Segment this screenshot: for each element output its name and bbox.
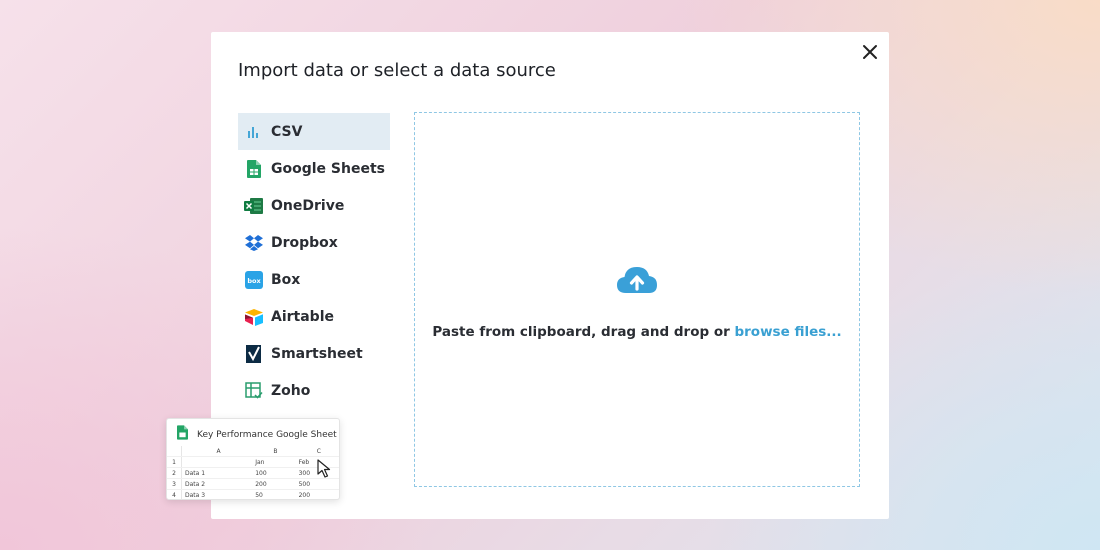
source-item-box[interactable]: box Box	[238, 261, 390, 298]
source-label: CSV	[271, 123, 303, 140]
sheet-row: 4 Data 3 50 200	[167, 489, 339, 499]
google-sheets-icon	[244, 159, 264, 179]
sheet-row: 2 Data 1 100 300	[167, 467, 339, 479]
source-list: CSV Google Sheets OneDrive Dropbox box B…	[238, 113, 390, 409]
sheet-cell	[181, 456, 253, 468]
close-icon[interactable]	[860, 42, 880, 62]
smartsheet-icon	[244, 344, 264, 364]
source-label: Smartsheet	[271, 345, 363, 362]
sheet-column-header: A	[181, 446, 253, 457]
source-item-google-sheets[interactable]: Google Sheets	[238, 150, 390, 187]
sheet-row-number: 3	[167, 478, 182, 490]
source-item-csv[interactable]: CSV	[238, 113, 390, 150]
modal-title: Import data or select a data source	[238, 60, 556, 81]
browse-files-link[interactable]: browse files...	[734, 324, 841, 340]
box-icon: box	[244, 270, 264, 290]
dropzone-instructions: Paste from clipboard, drag and drop or b…	[415, 324, 859, 340]
sheet-row: 1 Jan Feb	[167, 456, 339, 468]
sheet-cell: 200	[295, 489, 339, 499]
sheet-row-number: 1	[167, 456, 182, 468]
source-label: Box	[271, 271, 301, 288]
airtable-icon	[244, 307, 264, 327]
source-label: OneDrive	[271, 197, 345, 214]
sheet-cell: 100	[252, 467, 296, 479]
file-dropzone[interactable]: Paste from clipboard, drag and drop or b…	[414, 112, 860, 487]
sheet-header-row: A B C	[167, 446, 339, 457]
google-sheets-icon	[177, 425, 188, 444]
source-label: Dropbox	[271, 234, 338, 251]
sheet-preview-grid: A B C 1 Jan Feb 2 Data 1 100 300 3 Data …	[167, 446, 339, 499]
dropzone-text: Paste from clipboard, drag and drop or	[432, 324, 735, 340]
source-label: Zoho	[271, 382, 311, 399]
source-label: Airtable	[271, 308, 334, 325]
sheet-cell: Data 2	[181, 478, 253, 490]
sheet-cell: 200	[252, 478, 296, 490]
source-label: Google Sheets	[271, 160, 385, 177]
sheet-cell: Jan	[252, 456, 296, 468]
sheet-cell: Data 1	[181, 467, 253, 479]
source-item-airtable[interactable]: Airtable	[238, 298, 390, 335]
sheet-corner-cell	[167, 446, 182, 457]
google-sheet-preview-card[interactable]: Key Performance Google Sheet A B C 1 Jan…	[166, 418, 340, 500]
sheet-cell: Data 3	[181, 489, 253, 499]
sheet-cell: 500	[295, 478, 339, 490]
zoho-icon	[244, 381, 264, 401]
sheet-column-header: B	[252, 446, 296, 457]
sheet-row: 3 Data 2 200 500	[167, 478, 339, 490]
mouse-pointer-icon	[317, 459, 331, 478]
sheet-row-number: 2	[167, 467, 182, 479]
cloud-upload-icon	[617, 267, 657, 293]
source-item-onedrive[interactable]: OneDrive	[238, 187, 390, 224]
sheet-preview-title: Key Performance Google Sheet	[197, 429, 337, 440]
dropbox-icon	[244, 233, 264, 253]
source-item-zoho[interactable]: Zoho	[238, 372, 390, 409]
source-item-dropbox[interactable]: Dropbox	[238, 224, 390, 261]
sheet-row-number: 4	[167, 489, 182, 499]
excel-onedrive-icon	[244, 196, 264, 216]
csv-bar-chart-icon	[244, 122, 264, 142]
sheet-column-header: C	[295, 446, 339, 457]
sheet-cell: 50	[252, 489, 296, 499]
svg-text:box: box	[247, 277, 261, 285]
source-item-smartsheet[interactable]: Smartsheet	[238, 335, 390, 372]
